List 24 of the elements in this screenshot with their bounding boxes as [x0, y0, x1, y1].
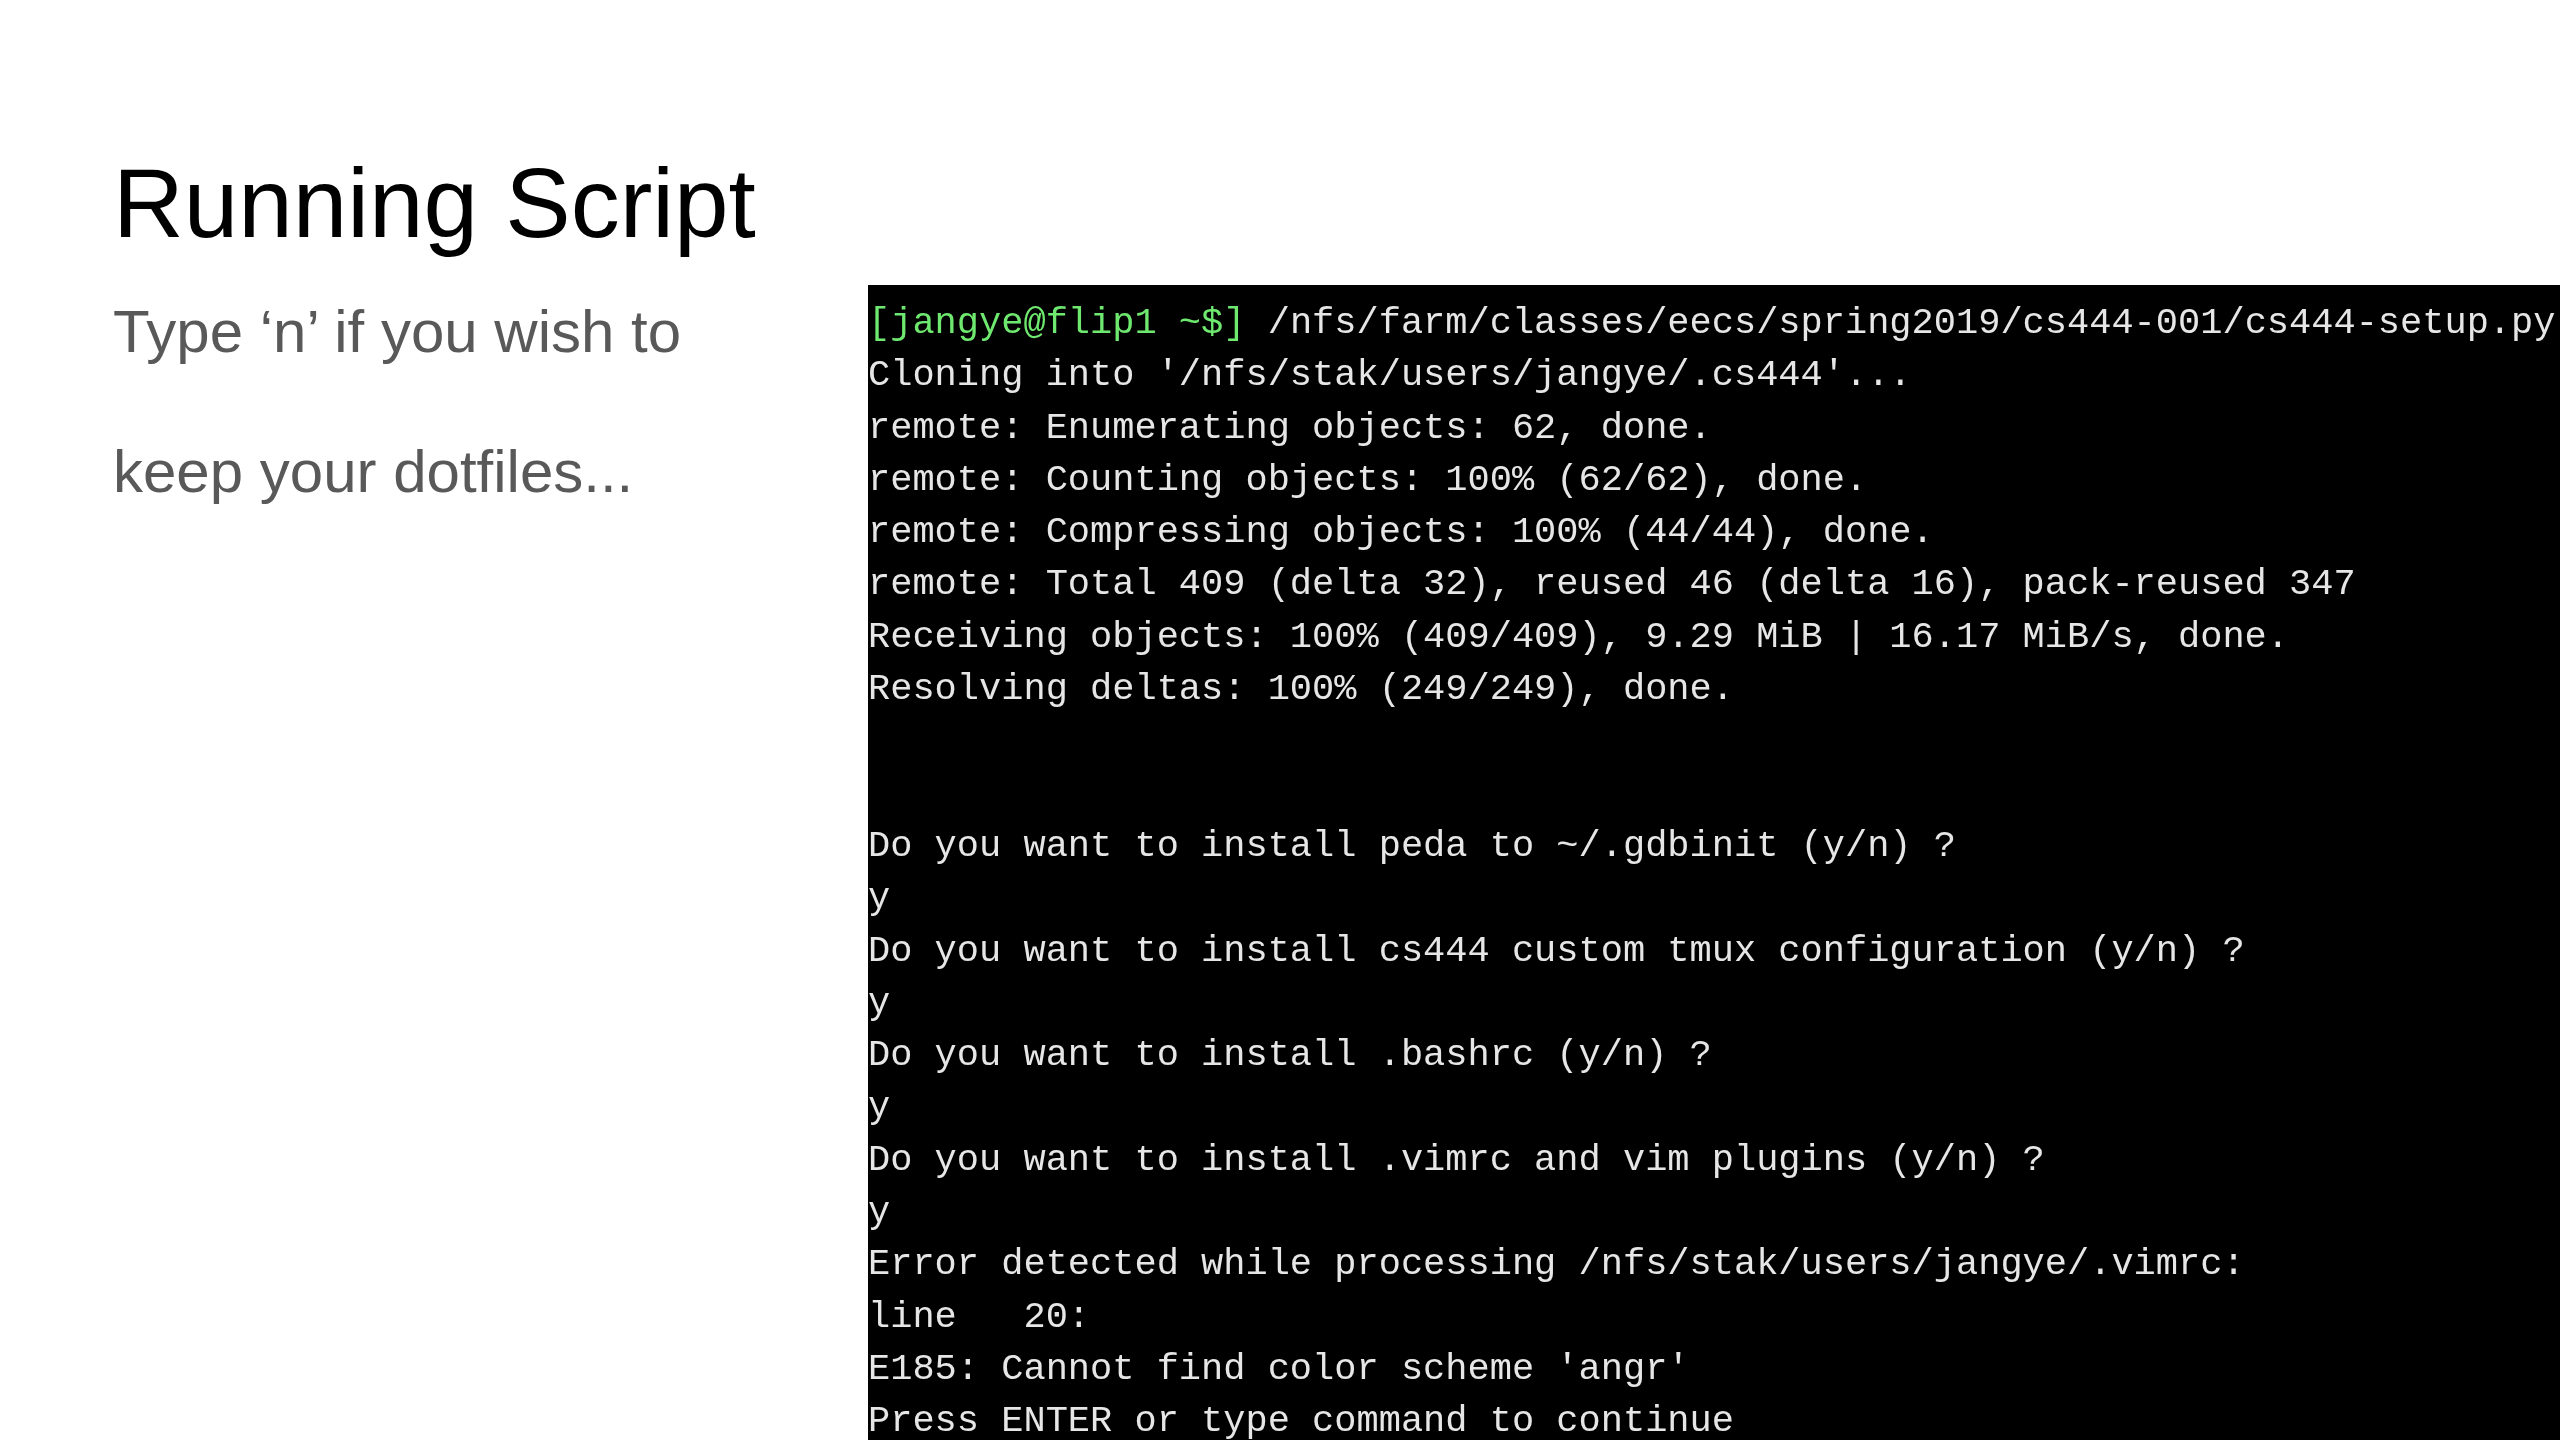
terminal-line: remote: Compressing objects: 100% (44/44), done. — [868, 510, 1934, 556]
slide-title: Running Script — [113, 150, 757, 258]
terminal-line: E185: Cannot find color scheme 'angr' — [868, 1346, 1690, 1392]
terminal-line: remote: Enumerating objects: 62, done. — [868, 405, 1712, 451]
terminal-line: y — [868, 1085, 891, 1131]
terminal-line: Cloning into '/nfs/stak/users/jangye/.cs444'... — [868, 353, 1912, 399]
terminal-line: y — [868, 980, 891, 1026]
terminal-line: Do you want to install cs444 custom tmux configuration (y/n) ? — [868, 928, 2245, 974]
terminal-line: line 20: — [868, 1294, 1091, 1340]
terminal-line: Do you want to install peda to ~/.gdbinit (y/n) ? — [868, 823, 1956, 869]
command-text: /nfs/farm/classes/eecs/spring2019/cs444-001/cs444-setup.py — [1266, 301, 2556, 346]
terminal-line: Do you want to install .vimrc and vim plugins (y/n) ? — [868, 1137, 2045, 1183]
terminal-line: Error detected while processing /nfs/stak/users/jangye/.vimrc: — [868, 1242, 2245, 1288]
terminal-line: Receiving objects: 100% (409/409), 9.29 MiB | 16.17 MiB/s, done. — [868, 614, 2290, 660]
terminal-line: Do you want to install .bashrc (y/n) ? — [868, 1033, 1712, 1079]
terminal-line: y — [868, 876, 891, 922]
terminal-line: Resolving deltas: 100% (249/249), done. — [868, 667, 1734, 713]
terminal-line: remote: Counting objects: 100% (62/62), done. — [868, 457, 1868, 503]
terminal-line: Press ENTER or type command to continue — [868, 1399, 1734, 1440]
terminal-line: remote: Total 409 (delta 32), reused 46 (delta 16), pack-reused 347 — [868, 562, 2356, 608]
terminal-line: y — [868, 1190, 891, 1236]
body-text: keep your dotfiles... — [113, 441, 635, 502]
shell-prompt: [jangye@flip1 ~$] — [868, 301, 1246, 346]
body-text: Type ‘n’ if you wish to — [113, 301, 683, 362]
